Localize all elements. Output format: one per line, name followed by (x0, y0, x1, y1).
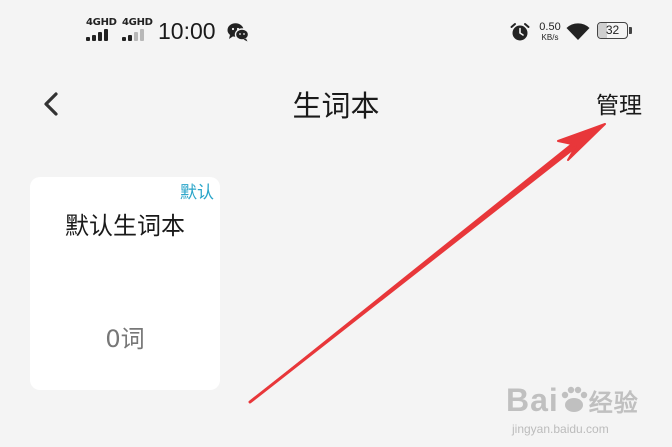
signal-icon: 4GHD (122, 18, 160, 44)
alarm-icon (510, 23, 530, 41)
status-bar: 4GHD 4GHD 10:00 0.50 KB/s 32 (0, 0, 672, 62)
wifi-icon (566, 23, 590, 40)
net-speed-unit: KB/s (541, 33, 559, 42)
wordbook-name: 默认生词本 (65, 212, 185, 240)
page-title: 生词本 (292, 89, 380, 123)
paw-icon (561, 386, 587, 412)
signal-label-1: 4GHD (86, 17, 117, 28)
battery-icon: 32 (597, 22, 633, 41)
wordbook-word-count: 0词 (105, 325, 145, 353)
signal-icon: 4GHD (86, 18, 124, 44)
watermark-brand: Bai (506, 382, 559, 418)
signal-label-2: 4GHD (122, 17, 153, 28)
wechat-icon (227, 23, 249, 42)
net-speed-value: 0.50 (539, 21, 561, 33)
default-badge: 默认 (180, 183, 214, 203)
manage-button[interactable]: 管理 (596, 86, 642, 126)
status-time: 10:00 (158, 18, 216, 44)
battery-level: 32 (605, 23, 620, 37)
watermark-url: jingyan.baidu.com (512, 422, 609, 436)
net-speed: 0.50 KB/s (535, 21, 565, 43)
screen: 4GHD 4GHD 10:00 0.50 KB/s 32 生词本 管理 默认 默… (0, 0, 672, 447)
baidu-watermark: Bai 经验 jingyan.baidu.com (506, 372, 666, 442)
wordbook-card[interactable]: 默认 默认生词本 0词 (30, 177, 220, 390)
watermark-brand-end: 经验 (588, 390, 639, 417)
